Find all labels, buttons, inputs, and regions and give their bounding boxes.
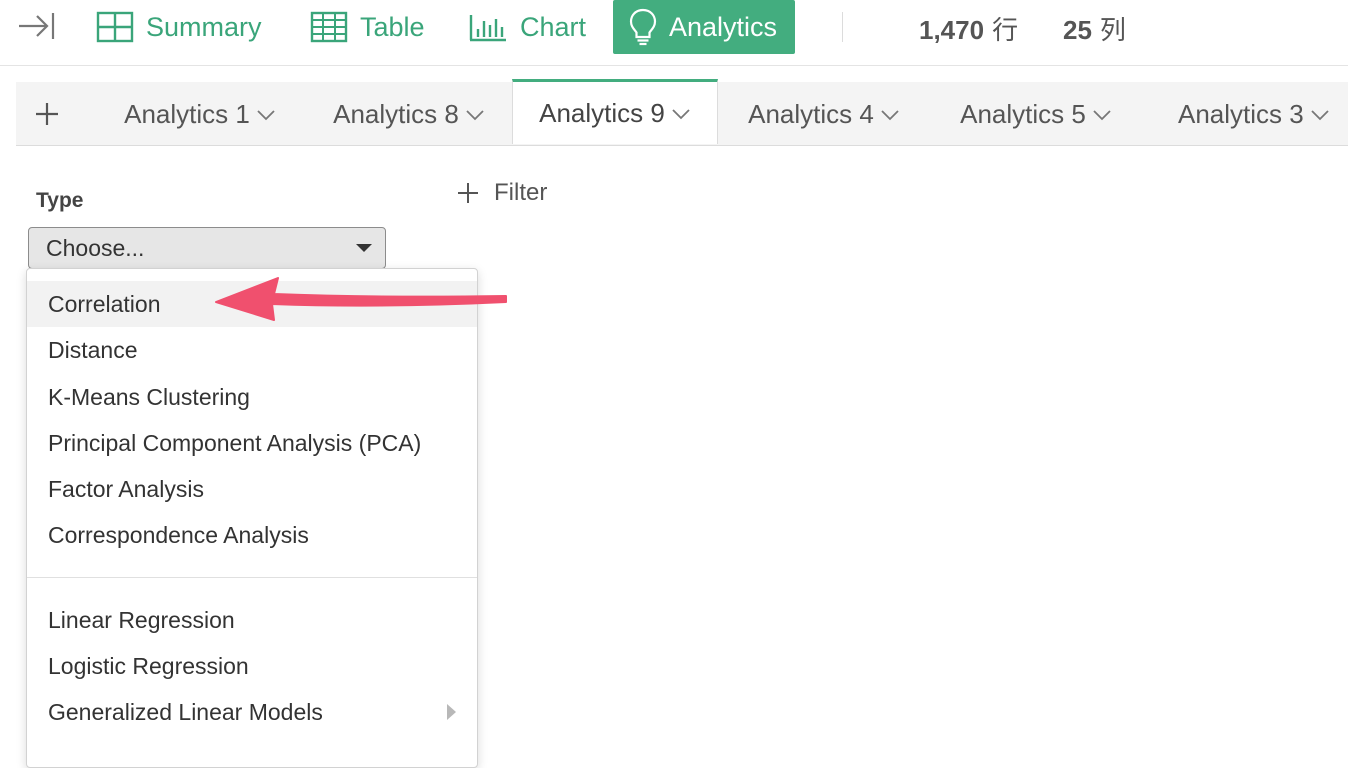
row-count: 1,470 行 bbox=[919, 10, 1018, 47]
lightbulb-icon bbox=[629, 8, 657, 46]
table-icon bbox=[310, 11, 348, 43]
menu-item-correspondence-analysis[interactable]: Correspondence Analysis bbox=[27, 512, 477, 558]
plus-icon bbox=[36, 103, 58, 125]
plus-icon bbox=[458, 183, 478, 203]
type-label: Type bbox=[36, 189, 84, 212]
tab-analytics-9[interactable]: Analytics 9 bbox=[512, 79, 718, 144]
collapse-arrow-icon bbox=[19, 13, 55, 39]
column-count: 25 列 bbox=[1063, 10, 1126, 47]
menu-item-glm[interactable]: Generalized Linear Models bbox=[27, 689, 477, 735]
type-dropdown-menu: Correlation Distance K-Means Clustering … bbox=[26, 268, 478, 768]
type-select-value: Choose... bbox=[46, 234, 145, 261]
tab-label: Analytics 1 bbox=[124, 98, 250, 129]
top-toolbar: Summary Table Chart Analytics 1,470 行 25… bbox=[0, 0, 1348, 66]
column-count-unit: 列 bbox=[1099, 15, 1126, 45]
caret-down-icon bbox=[356, 244, 372, 252]
chevron-down-icon[interactable] bbox=[465, 109, 485, 121]
chevron-down-icon[interactable] bbox=[880, 109, 900, 121]
tab-analytics-8[interactable]: Analytics 8 bbox=[306, 82, 512, 146]
analytics-view-label: Analytics bbox=[669, 11, 778, 42]
tab-label: Analytics 5 bbox=[960, 98, 1086, 129]
add-filter-button[interactable]: Filter bbox=[456, 176, 547, 210]
table-view-label: Table bbox=[360, 11, 425, 42]
analytics-tab-bar: Analytics 1 Analytics 8 Analytics 9 Anal… bbox=[16, 79, 1348, 146]
annotation-arrow-icon bbox=[215, 277, 507, 321]
menu-item-k-means[interactable]: K-Means Clustering bbox=[27, 374, 477, 420]
bar-chart-icon bbox=[469, 15, 506, 42]
chevron-down-icon[interactable] bbox=[1092, 109, 1112, 121]
chevron-down-icon[interactable] bbox=[1310, 109, 1330, 121]
tab-analytics-5[interactable]: Analytics 5 bbox=[930, 82, 1142, 146]
submenu-arrow-icon bbox=[447, 704, 456, 720]
summary-grid-icon bbox=[96, 11, 134, 43]
chart-view-label: Chart bbox=[520, 11, 587, 42]
add-tab-button[interactable] bbox=[32, 96, 62, 132]
analytics-view-button[interactable]: Analytics bbox=[613, 0, 796, 54]
menu-item-pca[interactable]: Principal Component Analysis (PCA) bbox=[27, 420, 477, 466]
chart-view-button[interactable]: Chart bbox=[468, 0, 586, 54]
tab-analytics-3[interactable]: Analytics 3 bbox=[1142, 82, 1348, 146]
tab-label: Analytics 8 bbox=[333, 98, 459, 129]
row-count-unit: 行 bbox=[992, 15, 1019, 45]
menu-item-factor-analysis[interactable]: Factor Analysis bbox=[27, 466, 477, 512]
menu-item-logistic-regression[interactable]: Logistic Regression bbox=[27, 643, 477, 689]
tab-analytics-4[interactable]: Analytics 4 bbox=[718, 82, 930, 146]
filter-label: Filter bbox=[494, 179, 548, 206]
type-select[interactable]: Choose... bbox=[28, 227, 386, 269]
toolbar-divider bbox=[842, 12, 843, 42]
tab-label: Analytics 4 bbox=[748, 98, 874, 129]
table-view-button[interactable]: Table bbox=[310, 0, 425, 54]
tab-label: Analytics 9 bbox=[539, 97, 665, 128]
tab-analytics-1[interactable]: Analytics 1 bbox=[94, 82, 306, 146]
row-count-value: 1,470 bbox=[919, 15, 985, 45]
column-count-value: 25 bbox=[1063, 15, 1092, 45]
menu-item-glm-label: Generalized Linear Models bbox=[48, 698, 323, 725]
tab-label: Analytics 3 bbox=[1178, 98, 1304, 129]
chevron-down-icon[interactable] bbox=[671, 108, 691, 120]
collapse-sidebar-button[interactable] bbox=[16, 8, 58, 44]
chevron-down-icon[interactable] bbox=[256, 109, 276, 121]
summary-view-button[interactable]: Summary bbox=[96, 0, 262, 54]
summary-view-label: Summary bbox=[146, 11, 262, 42]
menu-divider bbox=[27, 577, 477, 578]
menu-item-linear-regression[interactable]: Linear Regression bbox=[27, 597, 477, 643]
